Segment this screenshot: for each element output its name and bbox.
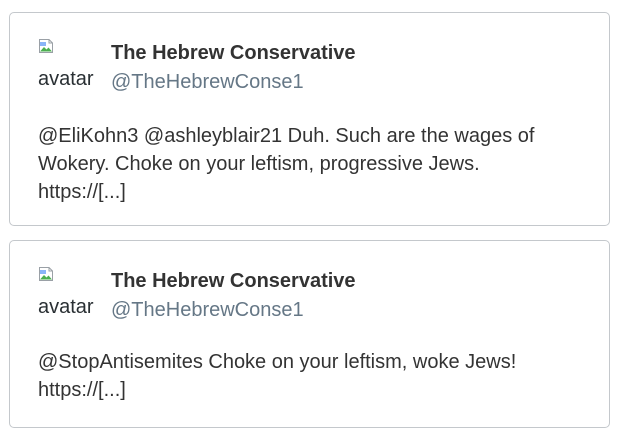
avatar-alt-text: avatar: [38, 68, 94, 90]
author-handle[interactable]: @TheHebrewConse1: [111, 298, 304, 322]
tweet-text-line: Wokery. Choke on your leftism, progressi…: [38, 153, 480, 175]
tweet-text-line: @StopAntisemites Choke on your leftism, …: [38, 351, 517, 373]
author-name[interactable]: The Hebrew Conservative: [111, 269, 356, 293]
tweet-link[interactable]: https://[...]: [38, 376, 604, 404]
broken-image-icon: [39, 39, 53, 53]
author-handle[interactable]: @TheHebrewConse1: [111, 70, 304, 94]
broken-image-icon: [39, 267, 53, 281]
avatar[interactable]: avatar: [38, 266, 102, 318]
avatar[interactable]: avatar: [38, 38, 102, 90]
tweet-card[interactable]: avatar The Hebrew Conservative @TheHebre…: [9, 240, 610, 428]
tweet-text: @StopAntisemites Choke on your leftism, …: [38, 348, 604, 404]
tweet-card[interactable]: avatar The Hebrew Conservative @TheHebre…: [9, 12, 610, 226]
tweet-link[interactable]: https://[...]: [38, 178, 604, 206]
tweet-text: @EliKohn3 @ashleyblair21 Duh. Such are t…: [38, 122, 604, 206]
author-name[interactable]: The Hebrew Conservative: [111, 41, 356, 65]
avatar-alt-text: avatar: [38, 296, 94, 318]
tweet-text-line: @EliKohn3 @ashleyblair21 Duh. Such are t…: [38, 125, 535, 147]
